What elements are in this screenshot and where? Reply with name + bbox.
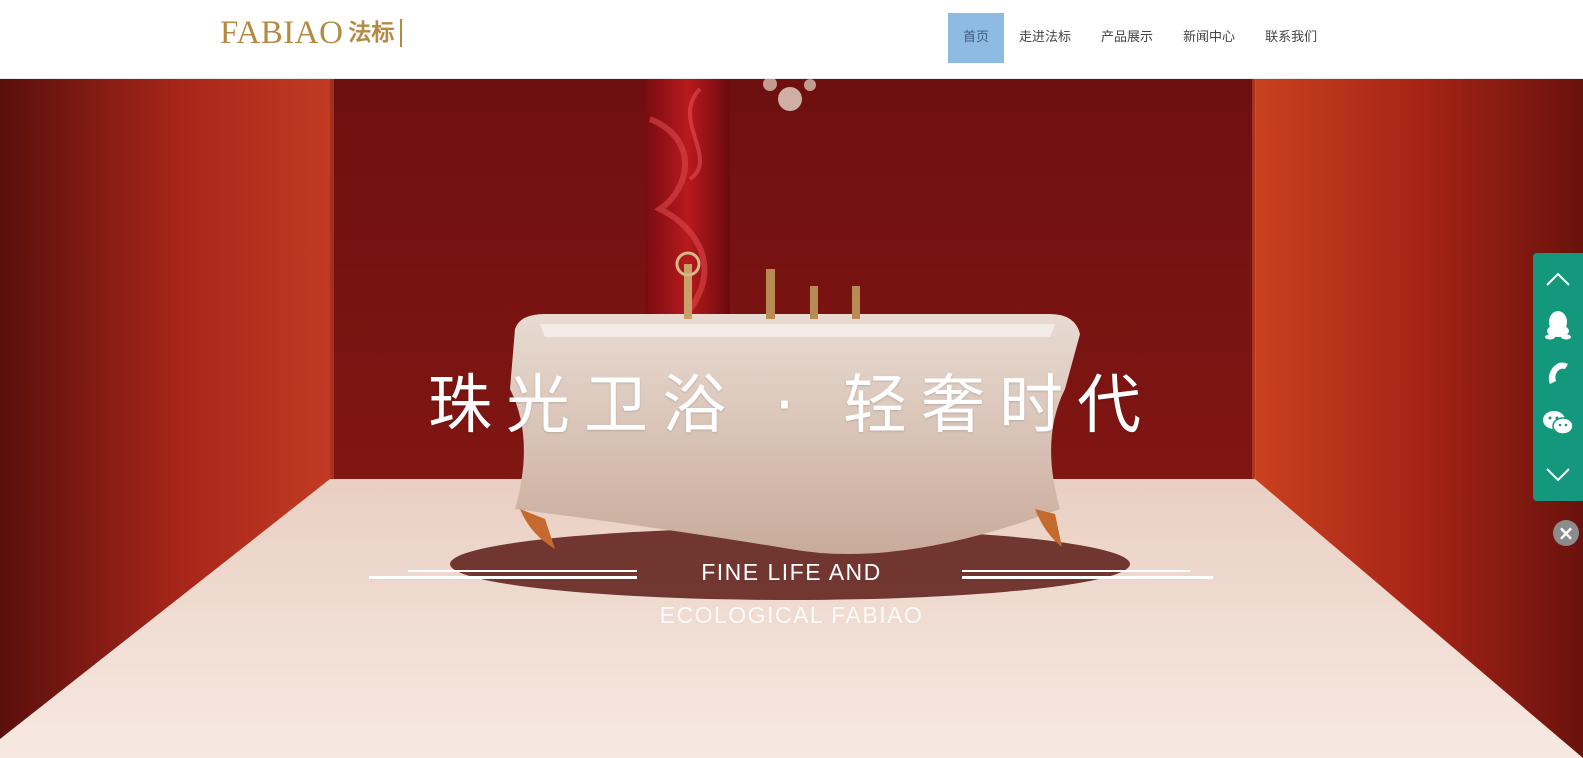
nav-item-home[interactable]: 首页 [948, 13, 1005, 63]
nav-item-news[interactable]: 新闻中心 [1168, 13, 1250, 63]
close-icon[interactable]: × [1553, 520, 1579, 546]
logo-divider [400, 19, 403, 47]
hero-subtitle-line1: FINE LIFE AND [701, 559, 882, 585]
qq-button[interactable] [1533, 301, 1583, 349]
chevron-down-icon [1546, 468, 1570, 482]
wechat-button[interactable] [1533, 399, 1583, 447]
hero-title: 珠光卫浴 · 轻奢时代 [427, 369, 1156, 443]
hero-subtitle-line2: ECOLOGICAL FABIAO [659, 602, 924, 628]
site-header: FABIAO 法标 首页 走进法标 产品展示 新闻中心 联系我们 [0, 0, 1583, 79]
logo[interactable]: FABIAO 法标 [220, 12, 403, 54]
scroll-down-button[interactable] [1533, 451, 1583, 499]
hero-banner[interactable]: 珠光卫浴 · 轻奢时代 FINE LIFE AND ECOLOGICAL FAB… [0, 79, 1583, 758]
qq-icon [1545, 311, 1571, 340]
nav-item-products[interactable]: 产品展示 [1086, 13, 1168, 63]
phone-button[interactable] [1533, 350, 1583, 398]
logo-chinese-name: 法标 [348, 19, 395, 46]
main-nav: 首页 走进法标 产品展示 新闻中心 联系我们 [948, 13, 1332, 63]
floating-toolbar [1533, 253, 1583, 501]
chevron-up-icon [1546, 272, 1570, 286]
nav-item-about[interactable]: 走进法标 [1004, 13, 1086, 63]
scroll-up-button[interactable] [1533, 255, 1583, 303]
logo-wordmark: FABIAO [220, 14, 344, 51]
nav-item-contact[interactable]: 联系我们 [1250, 13, 1332, 63]
wechat-icon [1543, 411, 1574, 435]
phone-icon [1548, 362, 1568, 384]
